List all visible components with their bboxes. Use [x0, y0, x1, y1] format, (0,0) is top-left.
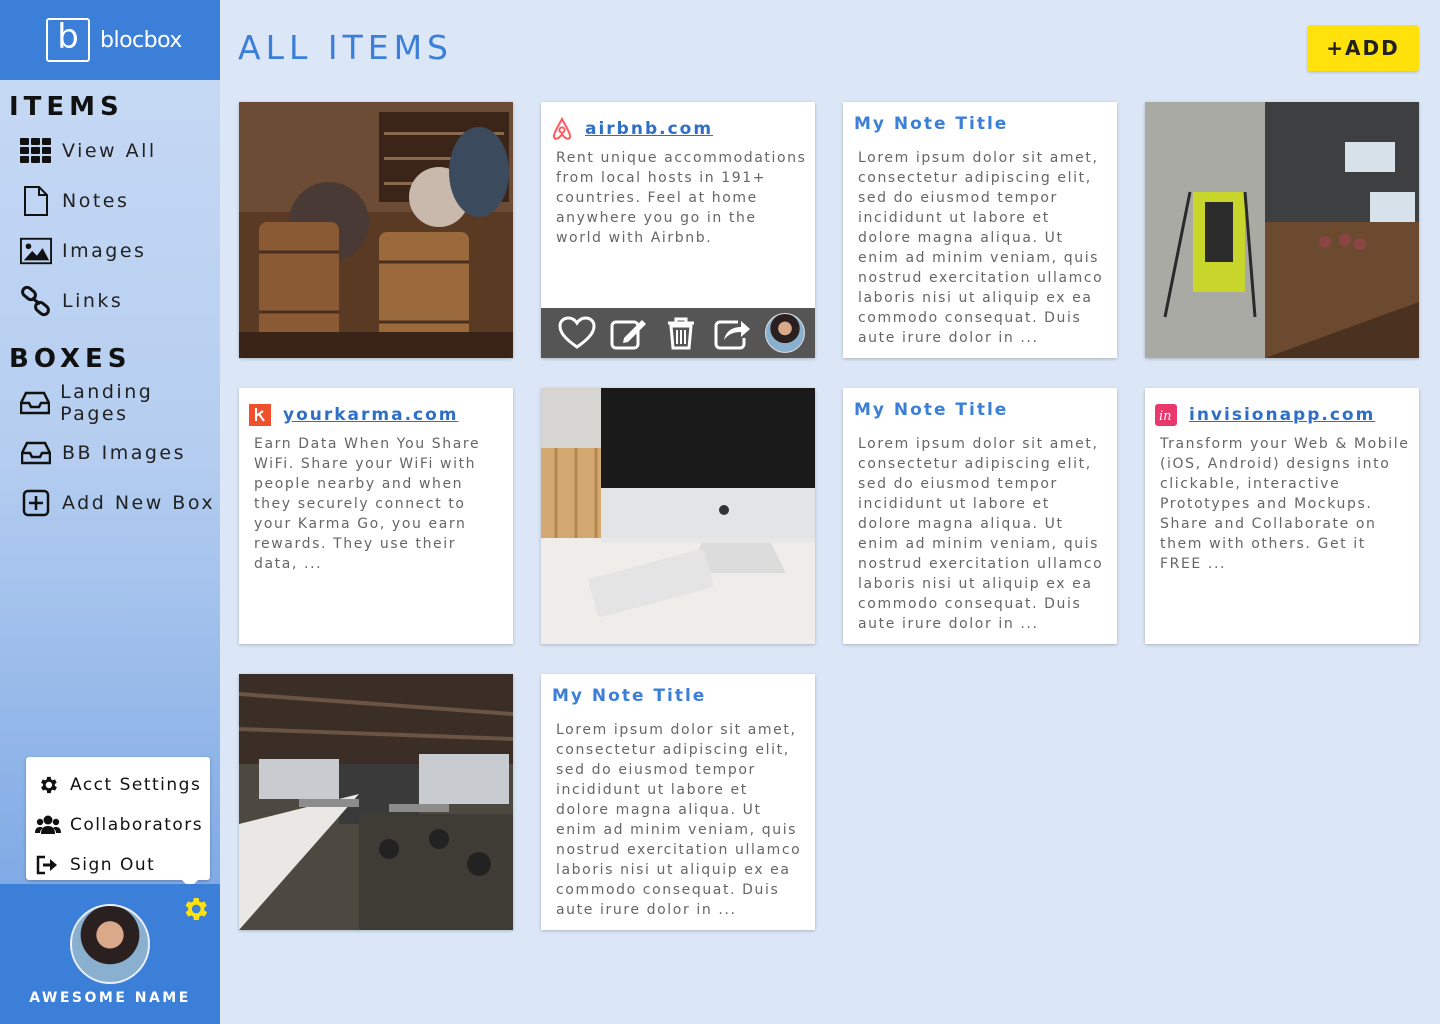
site-link[interactable]: airbnb.com: [585, 119, 713, 139]
menu-item-label: Sign Out: [70, 855, 156, 875]
settings-gear-icon[interactable]: [180, 894, 210, 928]
inbox-icon: [20, 387, 51, 419]
sidebar-box-bb-images[interactable]: BB Images: [0, 428, 220, 478]
boxes-section-title: BOXES: [9, 344, 132, 374]
sidebar-item-label: View All: [62, 140, 157, 162]
note-icon: [20, 185, 52, 217]
note-title: My Note Title: [854, 114, 1009, 134]
bar-photo: [239, 102, 513, 358]
sidebar-box-label: Landing Pages: [60, 381, 154, 425]
link-card[interactable]: in invisionapp.com Transform your Web & …: [1145, 388, 1419, 644]
image-card[interactable]: [239, 102, 513, 358]
menu-item-sign-out[interactable]: Sign Out: [26, 845, 210, 885]
link-card[interactable]: yourkarma.com Earn Data When You Share W…: [239, 388, 513, 644]
gear-icon: [35, 774, 61, 796]
sidebar-item-notes[interactable]: Notes: [0, 176, 220, 226]
image-icon: [20, 235, 52, 267]
edit-icon[interactable]: [609, 313, 649, 353]
open-office-photo: [239, 674, 513, 930]
collaborator-avatar[interactable]: [765, 313, 805, 353]
sign-out-icon: [35, 854, 61, 876]
site-link[interactable]: invisionapp.com: [1189, 405, 1375, 425]
note-title: My Note Title: [854, 400, 1009, 420]
sidebar-box-label: BB Images: [62, 442, 187, 464]
sidebar-item-label: Notes: [62, 190, 130, 212]
trash-icon[interactable]: [661, 313, 701, 353]
sidebar-item-links[interactable]: Links: [0, 276, 220, 326]
profile-name: AWESOME NAME: [29, 990, 191, 1006]
note-body: Lorem ipsum dolor sit amet, consectetur …: [556, 722, 802, 918]
note-card[interactable]: My Note Title Lorem ipsum dolor sit amet…: [541, 674, 815, 930]
sidebar-box-landing-pages[interactable]: Landing Pages: [0, 378, 220, 428]
sidebar-add-new-box[interactable]: Add New Box: [0, 478, 220, 528]
share-icon[interactable]: [713, 313, 753, 353]
note-card[interactable]: My Note Title Lorem ipsum dolor sit amet…: [843, 388, 1117, 644]
grid-icon: [20, 135, 52, 167]
airbnb-logo-icon: [551, 117, 573, 140]
site-link[interactable]: yourkarma.com: [283, 405, 459, 425]
link-card-header: airbnb.com: [541, 102, 815, 146]
heart-icon[interactable]: [557, 313, 597, 353]
sidebar-box-label: Add New Box: [62, 492, 216, 514]
link-description: Transform your Web & Mobile (iOS, Androi…: [1160, 436, 1410, 572]
plus-square-icon: [20, 487, 52, 519]
brand-header: b blocbox: [0, 0, 220, 80]
note-title: My Note Title: [552, 686, 707, 706]
invision-logo-icon: in: [1155, 404, 1177, 426]
link-card-header: yourkarma.com: [239, 388, 513, 432]
menu-item-label: Collaborators: [70, 815, 204, 835]
avatar[interactable]: [70, 904, 150, 984]
image-card[interactable]: [541, 388, 815, 644]
items-section-title: ITEMS: [9, 92, 124, 122]
desk-computer-photo: [541, 388, 815, 644]
page-title: ALL ITEMS: [238, 28, 453, 67]
add-button[interactable]: +ADD: [1307, 25, 1419, 71]
sidebar-item-label: Images: [62, 240, 147, 262]
brand-name[interactable]: blocbox: [100, 28, 182, 53]
menu-item-collaborators[interactable]: Collaborators: [26, 805, 210, 845]
link-icon: [20, 285, 52, 317]
profile-panel: AWESOME NAME: [0, 884, 220, 1024]
svg-text:in: in: [1159, 409, 1172, 424]
menu-item-label: Acct Settings: [70, 775, 202, 795]
note-body: Lorem ipsum dolor sit amet, consectetur …: [858, 150, 1104, 346]
sidebar: b blocbox ITEMS View All Notes Images Li…: [0, 0, 220, 1024]
card-actions-bar: [541, 308, 815, 358]
users-icon: [35, 814, 61, 836]
link-description: Rent unique accommodations from local ho…: [556, 150, 807, 246]
note-body: Lorem ipsum dolor sit amet, consectetur …: [858, 436, 1104, 632]
link-description: Earn Data When You Share WiFi. Share you…: [254, 436, 481, 572]
logo-icon[interactable]: b: [46, 18, 90, 62]
note-card[interactable]: My Note Title Lorem ipsum dolor sit amet…: [843, 102, 1117, 358]
link-card[interactable]: airbnb.com Rent unique accommodations fr…: [541, 102, 815, 358]
inbox-icon: [20, 437, 52, 469]
sidebar-item-view-all[interactable]: View All: [0, 126, 220, 176]
office-hallway-photo: [1145, 102, 1419, 358]
image-card[interactable]: [1145, 102, 1419, 358]
sidebar-item-images[interactable]: Images: [0, 226, 220, 276]
link-card-header: in invisionapp.com: [1145, 388, 1419, 432]
account-menu: Acct Settings Collaborators Sign Out: [26, 757, 210, 888]
menu-item-acct-settings[interactable]: Acct Settings: [26, 765, 210, 805]
sidebar-item-label: Links: [62, 290, 124, 312]
karma-logo-icon: [249, 404, 271, 426]
image-card[interactable]: [239, 674, 513, 930]
